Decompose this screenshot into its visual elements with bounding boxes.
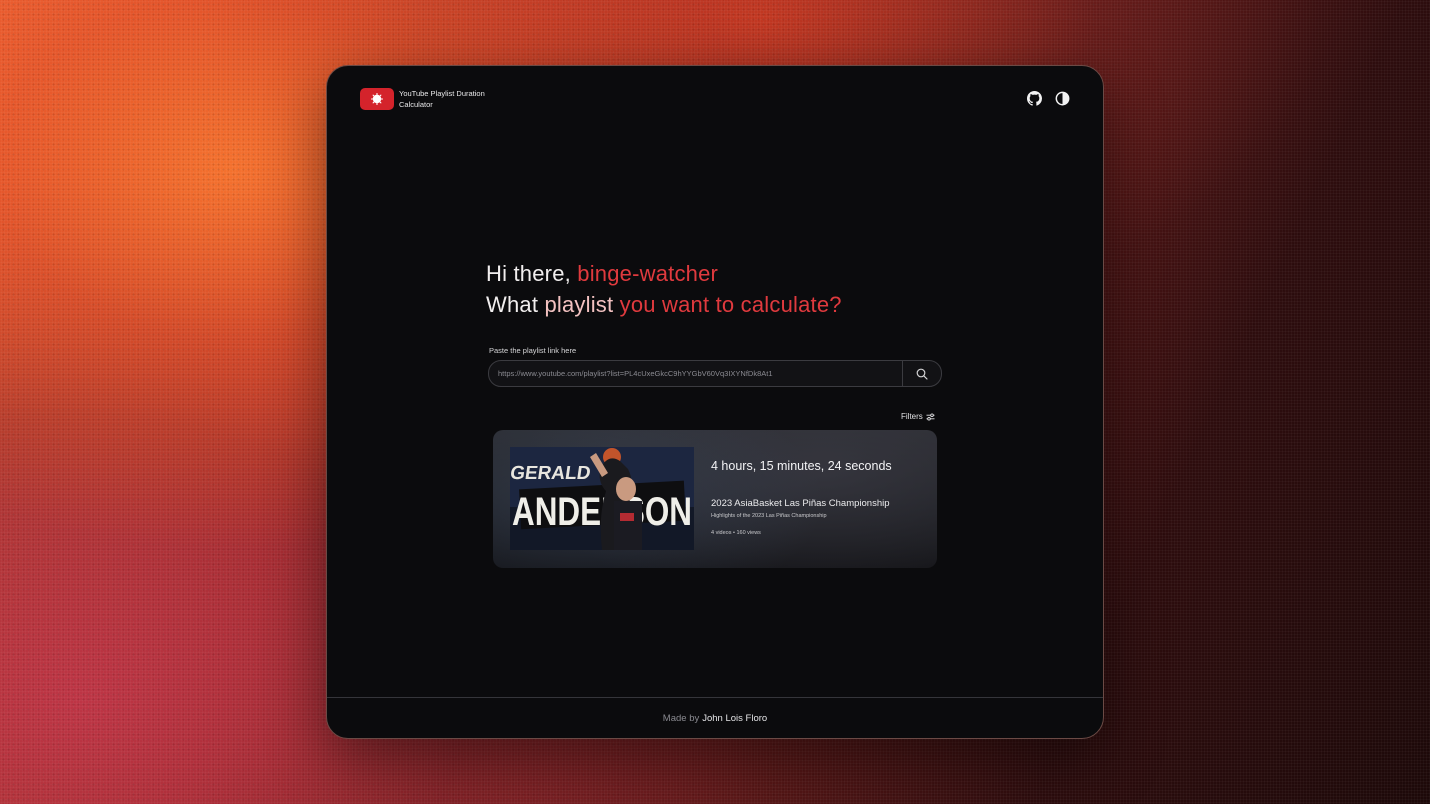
thumbnail-art: GERALD ANDERSON — [510, 447, 694, 550]
playlist-link-label: Paste the playlist link here — [489, 346, 577, 355]
playlist-thumbnail: GERALD ANDERSON — [510, 447, 694, 550]
thumbnail-text-gerald: GERALD — [510, 463, 592, 484]
filters-label: Filters — [901, 412, 923, 421]
made-by-text: Made by — [662, 712, 700, 724]
footer: Made by John Lois Floro — [327, 697, 1103, 738]
playlist-url-input[interactable] — [489, 361, 902, 386]
playlist-title: 2023 AsiaBasket Las Piñas Championship — [711, 498, 890, 509]
question-text: you want to calculate? — [619, 292, 842, 317]
hero-heading: Hi there, binge-watcher What playlist yo… — [486, 258, 842, 320]
filters-button[interactable]: Filters — [901, 412, 935, 421]
app-logo[interactable]: YouTube Playlist Duration Calculator — [360, 88, 499, 110]
search-icon — [916, 368, 928, 380]
playlist-search-bar — [488, 360, 942, 387]
playlist-result-card[interactable]: GERALD ANDERSON 4 hours, 15 minutes, 24 … — [493, 430, 937, 568]
hero-line-2: What playlist you want to calculate? — [486, 289, 842, 320]
logo-icon — [371, 93, 383, 105]
what-text: What — [486, 292, 539, 317]
theme-toggle-icon[interactable] — [1055, 91, 1070, 106]
top-actions — [1027, 91, 1070, 106]
search-button[interactable] — [902, 361, 941, 386]
greeting-text: Hi there, — [486, 261, 571, 286]
app-window: YouTube Playlist Duration Calculator Hi … — [326, 65, 1104, 739]
playlist-description: Highlights of the 2023 Las Piñas Champio… — [711, 513, 827, 519]
hero-line-1: Hi there, binge-watcher — [486, 258, 842, 289]
logo-badge — [360, 88, 394, 110]
playlist-duration: 4 hours, 15 minutes, 24 seconds — [711, 459, 892, 473]
app-title: YouTube Playlist Duration Calculator — [399, 89, 485, 109]
author-link[interactable]: John Lois Floro — [702, 713, 767, 724]
playlist-word: playlist — [544, 292, 614, 317]
sliders-icon — [926, 412, 935, 421]
binge-watcher-text: binge-watcher — [577, 261, 719, 286]
github-icon[interactable] — [1027, 91, 1042, 106]
playlist-meta: 4 videos • 160 views — [711, 530, 761, 536]
